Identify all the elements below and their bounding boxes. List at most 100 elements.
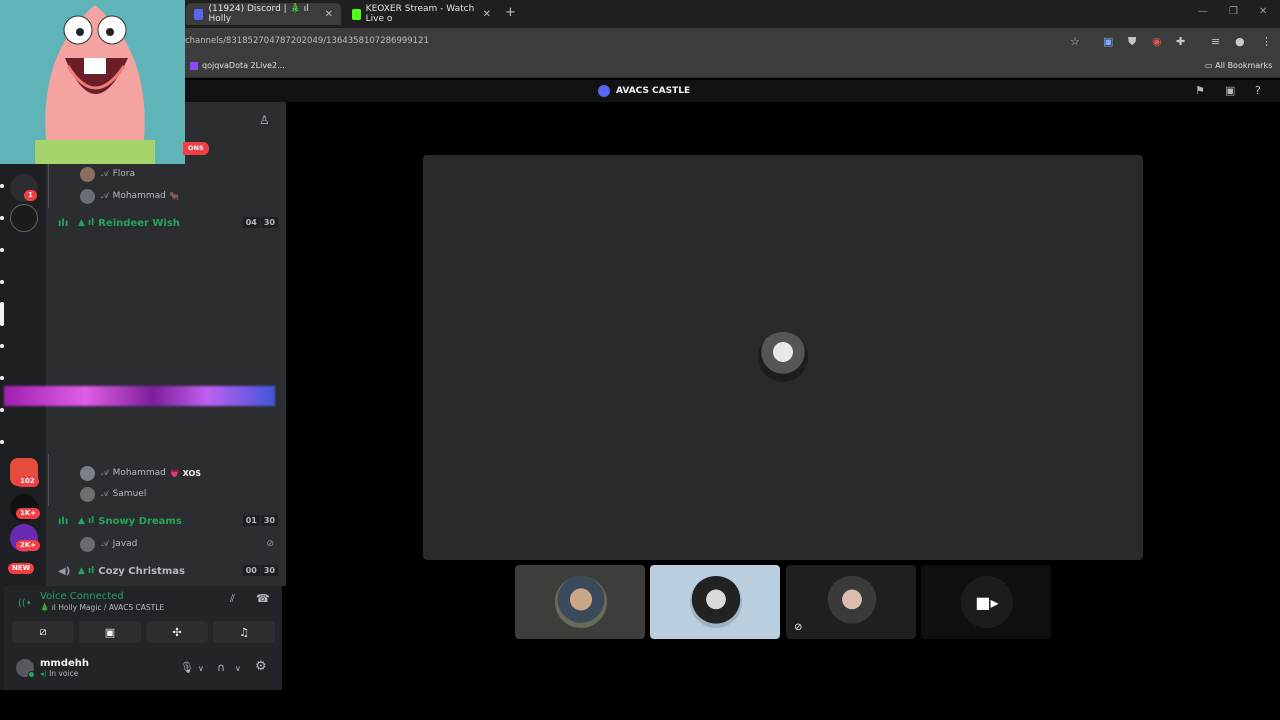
tree-icon: ▲ ıl [78,566,95,576]
browser-tab-strip: (11924) Discord | 🎄 ıl Holly ✕ KEOXER St… [0,0,1280,28]
participant-tile[interactable] [515,565,645,639]
bookmarks-bar: qojqvaDota 2Live2... ▭ All Bookmarks [0,56,1280,78]
unread-indicator [0,216,4,220]
help-icon[interactable]: ? [1255,84,1261,97]
headphones-icon[interactable]: ∩ [217,661,225,674]
channel-name: Reindeer Wish [98,217,180,229]
voice-member[interactable]: 𝒜 Mohammad 🐂 [80,187,180,205]
all-bookmarks-button[interactable]: ▭ All Bookmarks [1205,61,1272,70]
user-limit: 00 30 [242,565,278,576]
discord-favicon-icon [194,8,204,20]
current-count: 01 [242,515,260,526]
bookmark-dota[interactable]: qojqvaDota 2Live2... [190,61,285,70]
flag-icon[interactable]: ⚑ [1195,84,1205,97]
avatar [80,536,95,552]
unread-indicator [0,376,4,380]
chevron-down-icon[interactable]: ∨ [235,664,241,673]
current-count: 04 [242,217,260,228]
inbox-icon[interactable]: ▣ [1225,84,1235,97]
avatar [80,166,95,182]
close-tab-icon[interactable]: ✕ [483,9,491,20]
chevron-down-icon[interactable]: ∨ [198,664,204,673]
activities-button[interactable]: ✣ [146,621,208,643]
tab-discord[interactable]: (11924) Discord | 🎄 ıl Holly ✕ [186,3,341,25]
bookmark-star-icon[interactable]: ☆ [1070,35,1080,48]
muted-mic-icon: ⊘ [266,539,274,549]
avatar [80,465,95,481]
minimize-icon[interactable]: — [1198,6,1208,17]
voice-channel-path[interactable]: 🎄 ıl Holly Magic / AVACS CASTLE [40,603,164,612]
server-name: AVACS CASTLE [616,86,691,96]
tab-title: KEOXER Stream - Watch Live o [365,4,475,24]
microphone-icon[interactable]: 🎙︎ [180,661,194,674]
webcam-overlay [0,0,185,164]
server-icon-rebellion[interactable] [10,204,38,232]
media-controls-icon[interactable]: ≡ [1211,35,1220,48]
translate-icon[interactable]: ▣ [1103,35,1113,48]
user-area[interactable]: mmdehh ◂) In voice [16,658,89,678]
mention-badge: 1 [24,190,37,201]
max-count: 30 [260,217,278,228]
unread-indicator [0,280,4,284]
close-tab-icon[interactable]: ✕ [325,9,333,20]
channel-name: Cozy Christmas [98,565,185,577]
profile-avatar-icon[interactable]: ● [1235,35,1245,48]
participant-tile[interactable]: ⊘ [786,565,916,639]
mention-badge: 102 [16,476,39,487]
channel-name: Snowy Dreams [98,515,182,527]
invite-people-icon[interactable]: ♙ [259,113,270,127]
voice-active-icon: ılı [58,217,69,229]
voice-channel-cozy-christmas[interactable]: ◀) ▲ ıl Cozy Christmas 00 30 [58,562,278,580]
folder-icon: ▭ [1205,61,1213,70]
share-screen-button[interactable]: ▣ [79,621,141,643]
member-badge: 🐂 [169,191,180,201]
voice-active-icon: ılı [58,515,69,527]
new-tab-button[interactable]: + [505,5,516,20]
participant-tile-camera[interactable]: ■▸ [921,565,1051,639]
member-mic-icon: 𝒜 [101,169,109,178]
phone-hangup-icon[interactable]: ☎ [256,592,270,605]
close-window-icon[interactable]: ✕ [1259,6,1267,17]
member-mic-icon: 𝒜 [101,191,109,200]
mention-badge: 2K+ [16,540,41,551]
url-field[interactable]: channels/831852704787202049/136435810728… [185,36,429,46]
thread-line [48,454,49,506]
soundboard-button[interactable]: ♫ [213,621,275,643]
tree-icon: ▲ ıl [78,516,95,526]
voice-stage: ⊘ ■▸ [286,102,1280,720]
restore-icon[interactable]: ❐ [1229,6,1238,17]
unread-indicator [0,344,4,348]
user-status: ◂) In voice [40,669,89,678]
shield-icon[interactable]: ⛊ [1128,35,1136,49]
tree-icon: ▲ ıl [78,218,95,228]
noise-suppression-icon[interactable]: ⫽ [230,592,235,606]
member-name: Mohammad [112,468,166,478]
avatar [80,188,95,204]
member-mic-icon: 𝒜 [101,539,109,548]
avatar [690,576,742,628]
voice-channel-reindeer-wish[interactable]: ılı ▲ ıl Reindeer Wish 04 30 [58,214,278,232]
voice-member[interactable]: 𝒜 Mohammad 💗 XOS [80,464,201,482]
tab-title: (11924) Discord | 🎄 ıl Holly [208,4,309,24]
new-badge: NEW [8,563,35,574]
extensions-puzzle-icon[interactable]: ✚ [1176,35,1185,48]
voice-member[interactable]: 𝒜 Samuel [80,485,146,503]
gear-icon[interactable]: ⚙ [255,659,267,674]
tab-kick[interactable]: KEOXER Stream - Watch Live o ✕ [344,3,499,25]
speaker-icon: ◀) [58,565,71,577]
unread-indicator [0,408,4,412]
twitch-icon [190,61,198,70]
patrick-illustration [35,5,155,164]
voice-member[interactable]: 𝒜 Flora [80,165,135,183]
voice-channel-snowy-dreams[interactable]: ılı ▲ ıl Snowy Dreams 01 30 [58,512,278,530]
menu-kebab-icon[interactable]: ⋮ [1261,35,1272,48]
voice-member[interactable]: 𝒜 Javad ⊘ [80,535,274,553]
focused-video-tile[interactable] [423,155,1143,560]
member-name: Flora [112,169,135,179]
participant-tile-speaking[interactable] [650,565,780,639]
extension-record-icon[interactable]: ◉ [1152,35,1162,48]
avatar [758,332,808,382]
unread-indicator [0,248,4,252]
voice-connected-label[interactable]: Voice Connected [40,591,124,602]
camera-off-button[interactable]: ⧄ [12,621,74,643]
